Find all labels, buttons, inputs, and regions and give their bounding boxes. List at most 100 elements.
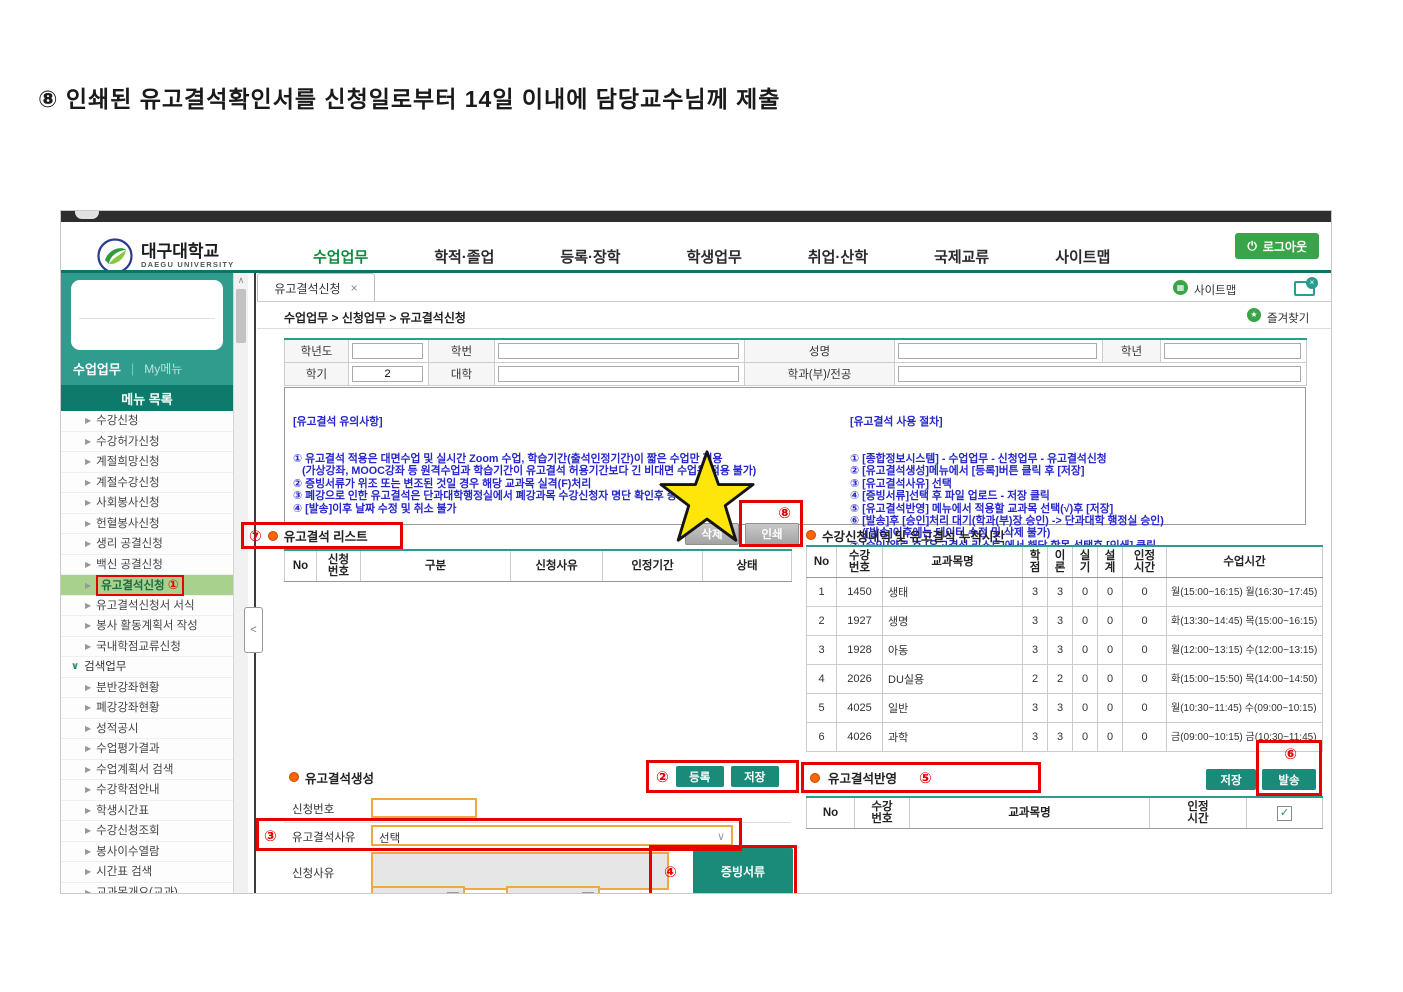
- nav-item-international[interactable]: 국제교류: [934, 246, 989, 267]
- logout-button[interactable]: ⏻ 로그아웃: [1235, 233, 1319, 259]
- notice-line: ② 증빙서류가 위조 또는 변조된 것일 경우 해당 교과목 실격(F)처리: [293, 478, 838, 490]
- sidebar-item[interactable]: ▶수강신청: [61, 411, 233, 432]
- nav-item-classes[interactable]: 수업업무: [313, 246, 368, 267]
- sidebar-item-label: 교과목개요(교과): [96, 887, 178, 894]
- sidebar-item[interactable]: ▶ 계절희망신청: [61, 452, 233, 473]
- sidebar-item[interactable]: ▶수강신청조회: [61, 821, 233, 842]
- scroll-up-icon[interactable]: ∧: [234, 275, 248, 286]
- sidebar-item[interactable]: ▶ 폐강강좌현황: [61, 698, 233, 719]
- sidebar-collapse-button[interactable]: <: [244, 607, 263, 653]
- detail-reason-textarea[interactable]: [371, 852, 669, 890]
- sidebar-item[interactable]: ▶사회봉사신청: [61, 493, 233, 514]
- arrow-right-icon: ▶: [85, 703, 91, 712]
- sidebar-item[interactable]: ▶봉사이수열람: [61, 842, 233, 863]
- annotation-text: 인쇄된 유고결석확인서를 신청일로부터 14일 이내에 담당교수님께 제출: [66, 86, 781, 112]
- notice-line: ④ [증빙서류]선택 후 파일 업로드 - 저장 클릭: [850, 490, 1298, 502]
- sidebar-item[interactable]: ▶수강허가신청: [61, 432, 233, 453]
- sidebar-item[interactable]: ▶봉사 활동계획서 작성: [61, 616, 233, 637]
- app-window: 대구대학교 DAEGU UNIVERSITY 수업업무 학적·졸업 등록·장학 …: [60, 210, 1332, 894]
- grade-input[interactable]: [1164, 343, 1301, 359]
- sidebar-item[interactable]: ▶성적공시: [61, 719, 233, 740]
- sidebar-item[interactable]: ▶유고결석신청서 서식: [61, 596, 233, 617]
- close-all-tabs-badge-icon[interactable]: ×: [1306, 277, 1318, 289]
- header: 대구대학교 DAEGU UNIVERSITY 수업업무 학적·졸업 등록·장학 …: [61, 222, 1331, 270]
- sidebar-item[interactable]: ▶분반강좌현황: [61, 678, 233, 699]
- table-row: 21927생명33000화(13:30~14:45) 목(15:00~16:15…: [807, 607, 1323, 636]
- semester-input[interactable]: [352, 366, 423, 382]
- student-no-input[interactable]: [498, 343, 739, 359]
- scrollbar-thumb[interactable]: [236, 289, 246, 343]
- sidebar-item[interactable]: ▶생리 공결신청: [61, 534, 233, 555]
- breadcrumb-divider: [257, 328, 1331, 329]
- tab-close-icon[interactable]: ×: [351, 281, 358, 295]
- period-start-input[interactable]: [371, 886, 465, 894]
- sitemap-label[interactable]: 사이트맵: [1194, 282, 1236, 298]
- nav-item-student-affairs[interactable]: 학생업무: [687, 246, 742, 267]
- main-nav: 수업업무 학적·졸업 등록·장학 학생업무 취업·산학 국제교류 사이트맵: [313, 246, 1110, 267]
- period-end-input[interactable]: [506, 886, 600, 894]
- notice-line: ③ [유고결석사유] 선택: [850, 478, 1298, 490]
- select-all-checkbox[interactable]: ✓: [1277, 806, 1292, 821]
- col-no: No: [285, 550, 317, 582]
- calendar-icon[interactable]: [447, 892, 459, 894]
- arrow-right-icon: ▶: [85, 539, 91, 548]
- sidebar-item[interactable]: ▶헌혈봉사신청: [61, 514, 233, 535]
- window-top-bar: [61, 211, 1331, 222]
- sidebar-item-label: 수강허가신청: [96, 436, 159, 448]
- label-semester: 학기: [285, 363, 349, 386]
- sitemap-icon[interactable]: ▦: [1173, 280, 1188, 295]
- period-tilde: ~: [485, 887, 492, 894]
- college-input[interactable]: [498, 366, 739, 382]
- col-type: 구분: [361, 550, 511, 582]
- sidebar-tab-mymenu[interactable]: My메뉴: [144, 360, 182, 377]
- sidebar-item[interactable]: ▶유고결석신청①: [61, 575, 233, 596]
- sidebar-item[interactable]: ▶학생시간표: [61, 801, 233, 822]
- register-button[interactable]: 등록: [676, 766, 724, 787]
- arrow-right-icon: ▶: [85, 457, 91, 466]
- sidebar-item[interactable]: ▶국내학점교류신청: [61, 637, 233, 658]
- sidebar-item[interactable]: ▶수업평가결과: [61, 739, 233, 760]
- nav-item-career[interactable]: 취업·산학: [808, 246, 868, 267]
- favorite-label[interactable]: 즐겨찾기: [1267, 310, 1309, 326]
- arrow-right-icon: ▶: [85, 724, 91, 733]
- sidebar-tab-classes[interactable]: 수업업무: [73, 359, 121, 378]
- arrow-right-icon: ▶: [85, 826, 91, 835]
- arrow-right-icon: ▶: [85, 744, 91, 753]
- sidebar-tab-separator: |: [131, 361, 134, 376]
- arrow-right-icon: ▶: [85, 683, 91, 692]
- calendar-icon[interactable]: [582, 892, 594, 894]
- sidebar-item[interactable]: ▶수업계획서 검색: [61, 760, 233, 781]
- sidebar-item[interactable]: ▶백신 공결신청: [61, 555, 233, 576]
- major-input[interactable]: [898, 366, 1301, 382]
- year-input[interactable]: [352, 343, 423, 359]
- col-no: No: [807, 546, 837, 578]
- sidebar-item[interactable]: ▶교과목개요(교과): [61, 883, 233, 894]
- col-practice: 실 기: [1073, 546, 1098, 578]
- content-tab[interactable]: 유고결석신청 ×: [257, 273, 375, 302]
- nav-item-registration[interactable]: 등록·장학: [560, 246, 620, 267]
- sidebar-item-label: 수업계획서 검색: [96, 764, 173, 776]
- favorite-star-icon[interactable]: ★: [1247, 308, 1261, 322]
- sidebar-section[interactable]: ∨검색업무: [61, 657, 233, 678]
- nav-item-records[interactable]: 학적·졸업: [434, 246, 494, 267]
- save-button[interactable]: 저장: [731, 766, 779, 787]
- col-period: 인정기간: [603, 550, 703, 582]
- sidebar-item-label: 검색업무: [84, 661, 126, 673]
- label-student-no: 학번: [429, 339, 495, 363]
- logo-emblem-icon: [97, 238, 133, 274]
- detail-label: 신청사유: [292, 865, 334, 881]
- sidebar-item[interactable]: ▶시간표 검색: [61, 862, 233, 883]
- sidebar-item-label: 봉사이수열람: [96, 846, 159, 858]
- student-info-table: 학년도 학번 성명 학년 학기 대학 학과(부)/전공: [284, 338, 1307, 386]
- sidebar-scrollbar[interactable]: ∧: [233, 273, 248, 893]
- sidebar-item-label: 폐강강좌현황: [96, 702, 159, 714]
- sidebar-item-label: 계절희망신청: [96, 456, 159, 468]
- name-input[interactable]: [898, 343, 1097, 359]
- reflect-save-button[interactable]: 저장: [1206, 769, 1256, 790]
- apply-no-input[interactable]: [371, 798, 477, 818]
- sidebar-item[interactable]: ▶수강학점안내: [61, 780, 233, 801]
- send-annotation-box: ⑥: [1256, 740, 1322, 796]
- nav-item-sitemap[interactable]: 사이트맵: [1055, 246, 1110, 267]
- university-name: 대구대학교: [141, 243, 234, 260]
- sidebar-item[interactable]: ▶계절수강신청: [61, 473, 233, 494]
